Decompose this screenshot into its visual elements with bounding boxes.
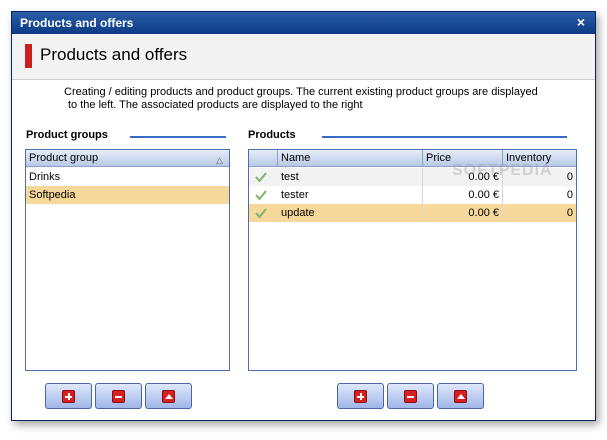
table-row[interactable]: tester 0.00 € 0 — [249, 186, 576, 204]
product-price: 0.00 € — [423, 168, 503, 186]
product-price: 0.00 € — [423, 186, 503, 204]
product-groups-divider — [130, 136, 226, 138]
description-line-1: Creating / editing products and product … — [64, 86, 538, 98]
move-up-icon — [454, 390, 467, 403]
add-group-button[interactable] — [45, 383, 92, 409]
products-table[interactable]: Name Price Inventory test 0.00 € 0 teste… — [248, 149, 577, 371]
close-icon[interactable]: × — [573, 14, 589, 30]
check-icon — [255, 172, 267, 183]
product-name: test — [278, 168, 423, 186]
move-product-up-button[interactable] — [437, 383, 484, 409]
table-row[interactable]: test 0.00 € 0 — [249, 168, 576, 186]
inventory-column-header[interactable]: Inventory — [503, 150, 576, 167]
product-groups-header: Product group △ — [26, 150, 229, 167]
product-inventory: 0 — [566, 207, 573, 219]
add-product-button[interactable] — [337, 383, 384, 409]
description-line-2: to the left. The associated products are… — [68, 99, 363, 111]
product-group-column-label: Product group — [29, 152, 99, 164]
move-up-icon — [162, 390, 175, 403]
price-column-header[interactable]: Price — [423, 150, 503, 167]
product-groups-list[interactable]: Product group △ Drinks Softpedia — [25, 149, 230, 371]
add-icon — [62, 390, 75, 403]
status-column-header[interactable] — [249, 150, 278, 167]
name-column-header[interactable]: Name — [278, 150, 423, 167]
product-group-actions — [45, 383, 195, 409]
header-marker — [25, 44, 32, 68]
title-bar[interactable]: Products and offers × — [12, 12, 595, 34]
check-icon — [255, 208, 267, 219]
product-group-label: Softpedia — [29, 189, 76, 201]
check-icon — [255, 190, 267, 201]
product-inventory: 0 — [566, 171, 573, 183]
sort-asc-icon[interactable]: △ — [216, 152, 223, 169]
list-item[interactable]: Softpedia — [26, 186, 229, 204]
product-group-label: Drinks — [29, 171, 61, 183]
product-actions — [337, 383, 487, 409]
product-inventory: 0 — [566, 189, 573, 201]
move-group-up-button[interactable] — [145, 383, 192, 409]
remove-icon — [404, 390, 417, 403]
product-name: tester — [278, 186, 423, 204]
remove-group-button[interactable] — [95, 383, 142, 409]
page-header: Products and offers — [12, 34, 595, 80]
page-title: Products and offers — [40, 45, 188, 64]
product-group-column-header[interactable]: Product group △ — [26, 150, 229, 167]
table-row[interactable]: update 0.00 € 0 — [249, 204, 576, 222]
product-name: update — [278, 204, 423, 222]
products-divider — [322, 136, 567, 138]
products-window: Products and offers × Products and offer… — [11, 11, 596, 421]
product-price: 0.00 € — [423, 204, 503, 222]
remove-icon — [112, 390, 125, 403]
products-title: Products — [248, 129, 296, 141]
window-title: Products and offers — [20, 16, 134, 30]
remove-product-button[interactable] — [387, 383, 434, 409]
products-header: Name Price Inventory — [249, 150, 576, 167]
add-icon — [354, 390, 367, 403]
product-groups-title: Product groups — [26, 129, 108, 141]
description: Creating / editing products and product … — [64, 86, 544, 112]
list-item[interactable]: Drinks — [26, 168, 229, 186]
